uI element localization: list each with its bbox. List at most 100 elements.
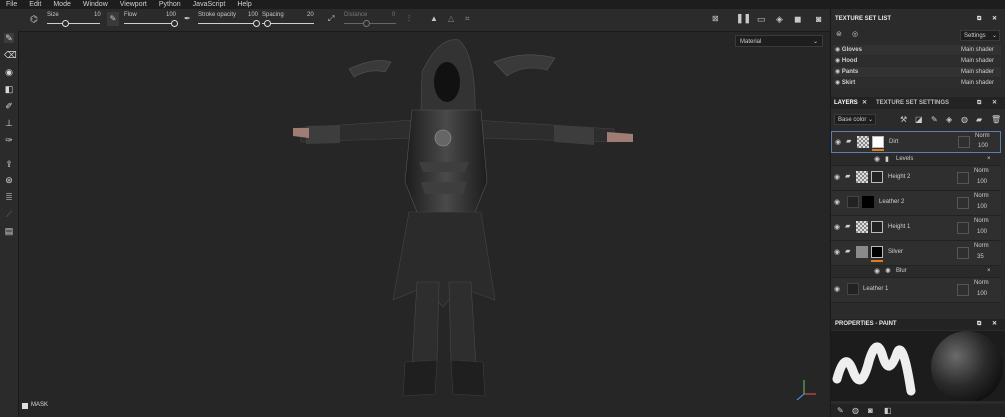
- effects-icon[interactable]: ⚒: [900, 115, 907, 124]
- geometry-mask-icon[interactable]: ⊛: [4, 175, 14, 185]
- effect-name[interactable]: Levels: [896, 156, 913, 162]
- layer-blend-mode[interactable]: Norm: [974, 280, 989, 286]
- settings-dropdown[interactable]: Settings ⌄: [960, 30, 1000, 41]
- layer-icon[interactable]: ≣: [4, 192, 14, 202]
- stroke-opacity-slider[interactable]: [198, 23, 256, 24]
- spacing-slider-knob[interactable]: [264, 20, 271, 27]
- distance-value[interactable]: 0: [392, 12, 395, 18]
- smudge-icon[interactable]: ✐: [4, 101, 14, 111]
- add-folder-icon[interactable]: ▰: [976, 115, 982, 124]
- eye-icon[interactable]: ◉: [834, 248, 840, 256]
- pause-icon[interactable]: ❚❚: [736, 13, 751, 24]
- menu-mode[interactable]: Mode: [53, 0, 71, 9]
- alpha-tab-icon[interactable]: ◍: [852, 406, 859, 415]
- visibility-icon[interactable]: ◎: [852, 30, 858, 38]
- size-slider-knob[interactable]: [62, 20, 69, 27]
- triangle-icon[interactable]: ▲: [430, 14, 438, 23]
- size-slider[interactable]: [47, 23, 100, 24]
- add-paint-layer-icon[interactable]: ✎: [931, 115, 938, 124]
- layer-name[interactable]: Leather 1: [863, 286, 888, 292]
- layer-blend-mode[interactable]: Norm: [975, 133, 990, 139]
- stencil-tab-icon[interactable]: ◙: [868, 406, 873, 415]
- add-smart-material-icon[interactable]: ◍: [961, 115, 968, 124]
- polygon-fill-icon[interactable]: ◧: [4, 84, 14, 94]
- layer-blend-mode[interactable]: Norm: [974, 193, 989, 199]
- brush-icon[interactable]: ⌬: [30, 14, 40, 24]
- layer-opacity[interactable]: 35: [977, 254, 984, 260]
- menu-javascript[interactable]: JavaScript: [193, 0, 226, 9]
- texture-set-row[interactable]: ◉ Pants Main shader: [833, 67, 1001, 77]
- float-icon[interactable]: ⧉: [977, 14, 981, 25]
- layer-name[interactable]: Silver: [888, 249, 903, 255]
- layer-mask-thumbnail[interactable]: [862, 196, 874, 208]
- layer-row[interactable]: ◉ Leather 2 Norm 100: [831, 191, 1001, 216]
- eye-icon[interactable]: ◉: [835, 47, 840, 53]
- layer-blend-mode[interactable]: Norm: [974, 243, 989, 249]
- viewport-mode-select[interactable]: Material ⌄: [735, 35, 823, 47]
- layer-name[interactable]: Height 2: [888, 174, 910, 180]
- eye-icon[interactable]: ◉: [834, 198, 840, 206]
- character-model[interactable]: [19, 32, 829, 417]
- layer-name[interactable]: Dirt: [889, 139, 898, 145]
- stroke-opacity-value[interactable]: 100: [248, 12, 258, 18]
- close-icon[interactable]: ×: [987, 268, 991, 274]
- distance-slider[interactable]: [344, 23, 396, 24]
- viewport-3d[interactable]: [19, 32, 829, 417]
- layer-row[interactable]: ◉ Leather 1 Norm 100: [831, 278, 1001, 303]
- texture-set-shader[interactable]: Main shader: [961, 78, 994, 88]
- video-camera-icon[interactable]: ◼: [794, 14, 801, 25]
- texture-set-shader[interactable]: Main shader: [961, 67, 994, 77]
- texture-set-shader[interactable]: Main shader: [961, 45, 994, 55]
- triangle-outline-icon[interactable]: △: [448, 14, 454, 23]
- texture-set-row[interactable]: ◉ Hood Main shader: [833, 56, 1001, 66]
- layer-mask-thumbnail[interactable]: [871, 171, 883, 183]
- channel-select[interactable]: Base color ⌄: [834, 114, 876, 125]
- menu-help[interactable]: Help: [237, 0, 251, 9]
- eye-icon[interactable]: ◉: [834, 173, 840, 181]
- camera-off-icon[interactable]: ⊠: [712, 14, 719, 23]
- layer-name[interactable]: Leather 2: [879, 199, 904, 205]
- menu-viewport[interactable]: Viewport: [120, 0, 147, 9]
- eye-icon[interactable]: ◉: [874, 267, 880, 275]
- layer-blend-mode[interactable]: Norm: [974, 218, 989, 224]
- spacing-value[interactable]: 20: [307, 12, 314, 18]
- cameras-icon[interactable]: ⊜: [836, 30, 842, 38]
- eye-icon[interactable]: ◉: [874, 155, 880, 163]
- float-icon[interactable]: ⧉: [977, 319, 981, 330]
- bake-icon[interactable]: ⇪: [4, 159, 14, 169]
- menu-edit[interactable]: Edit: [29, 0, 41, 9]
- trash-icon[interactable]: 🗑: [991, 115, 1001, 124]
- distance-slider-knob[interactable]: [363, 20, 370, 27]
- stroke-opacity-slider-knob[interactable]: [253, 20, 260, 27]
- layer-effect-row[interactable]: ◉ ▮ Levels ×: [831, 154, 1001, 166]
- eye-icon[interactable]: ◉: [835, 69, 840, 75]
- layer-mask-thumbnail[interactable]: [871, 246, 883, 258]
- measure-icon[interactable]: ⟋: [4, 209, 14, 219]
- eye-icon[interactable]: ◉: [834, 285, 840, 293]
- float-icon[interactable]: ⧉: [977, 97, 981, 109]
- layer-row[interactable]: ◉ ▰ Dirt Norm 100: [831, 131, 1001, 153]
- material-tab-icon[interactable]: ◧: [884, 406, 892, 415]
- texture-set-row[interactable]: ◉ Gloves Main shader: [833, 45, 1001, 55]
- eye-icon[interactable]: ◉: [834, 223, 840, 231]
- color-picker-icon[interactable]: ✑: [4, 135, 14, 145]
- mask-checkbox[interactable]: [22, 403, 28, 409]
- cube-icon[interactable]: ◈: [776, 14, 783, 25]
- layer-opacity[interactable]: 100: [977, 291, 987, 297]
- close-icon[interactable]: ✕: [992, 319, 997, 330]
- screenshot-camera-icon[interactable]: ◙: [816, 14, 821, 24]
- notes-icon[interactable]: ▤: [4, 226, 14, 236]
- flow-slider[interactable]: [124, 23, 174, 24]
- layer-row[interactable]: ◉ ▰ Height 2 Norm 100: [831, 166, 1001, 191]
- eraser-icon[interactable]: ⌫: [4, 50, 17, 60]
- flow-value[interactable]: 100: [166, 12, 176, 18]
- layer-mask-thumbnail[interactable]: [871, 221, 883, 233]
- lazy-mouse-icon[interactable]: ⤢: [328, 14, 334, 24]
- tab-texture-set-settings[interactable]: TEXTURE SET SETTINGS: [876, 97, 949, 109]
- close-icon[interactable]: ×: [987, 156, 991, 162]
- layer-blend-mode[interactable]: Norm: [974, 168, 989, 174]
- layer-opacity[interactable]: 100: [978, 143, 988, 149]
- texture-set-row[interactable]: ◉ Skirt Main shader: [833, 78, 1001, 88]
- flow-pen-icon[interactable]: ✎: [107, 12, 119, 26]
- close-icon[interactable]: ✕: [992, 14, 997, 25]
